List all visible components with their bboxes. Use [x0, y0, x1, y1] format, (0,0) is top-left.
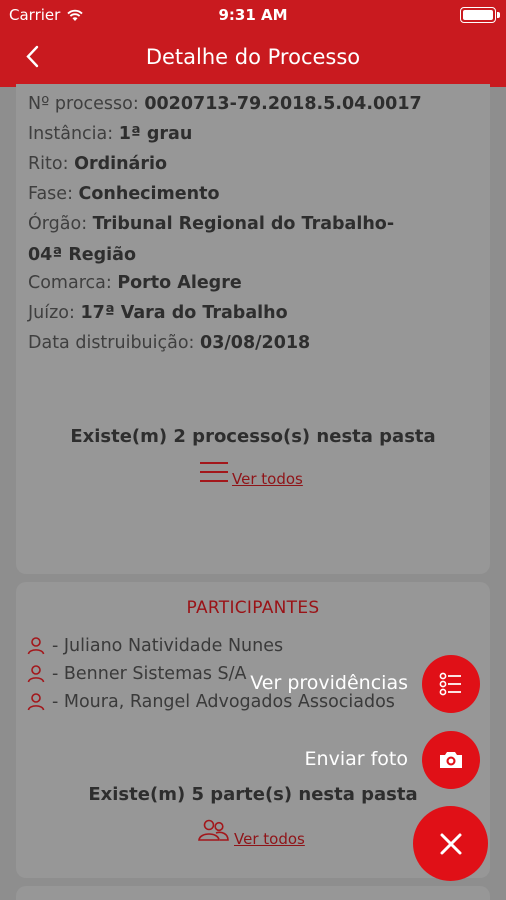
person-icon [27, 637, 45, 655]
participant-name: - Moura, Rangel Advogados Associados [52, 692, 395, 712]
participant-item[interactable]: - Moura, Rangel Advogados Associados [26, 692, 395, 712]
ver-todos-processos-link[interactable]: Ver todos [232, 470, 303, 488]
detail-row-fase: Fase: Conhecimento [28, 184, 220, 204]
participant-name: - Benner Sistemas S/A [52, 664, 247, 684]
next-card [16, 886, 490, 900]
detail-row-rito: Rito: Ordinário [28, 154, 168, 174]
status-bar: Carrier 9:31 AM [0, 0, 506, 30]
close-icon [440, 833, 461, 854]
battery-icon [460, 7, 496, 23]
battery-tip [497, 12, 500, 18]
detail-row-numero: Nº processo: 0020713-79.2018.5.04.0017 [28, 94, 422, 114]
list-icon[interactable] [200, 462, 228, 484]
participant-item[interactable]: - Juliano Natividade Nunes [26, 636, 283, 656]
process-details-card: Nº processo: 0020713-79.2018.5.04.0017 I… [16, 84, 490, 574]
ver-providencias-label[interactable]: Ver providências [250, 672, 408, 694]
detail-row-data: Data distruibuição: 03/08/2018 [28, 333, 311, 353]
camera-icon [440, 752, 462, 768]
ver-todos-participantes-link[interactable]: Ver todos [234, 830, 305, 848]
detail-row-comarca: Comarca: Porto Alegre [28, 273, 242, 293]
group-icon[interactable] [196, 818, 230, 842]
participants-summary: Existe(m) 5 parte(s) nesta pasta [88, 784, 418, 805]
clock: 9:31 AM [218, 6, 288, 24]
ver-providencias-button[interactable] [422, 655, 480, 713]
participant-name: - Juliano Natividade Nunes [52, 636, 284, 656]
processes-summary: Existe(m) 2 processo(s) nesta pasta [70, 426, 436, 447]
detail-row-orgao-cont: 04ª Região [28, 245, 137, 265]
person-icon [27, 665, 45, 683]
close-fab-button[interactable] [413, 806, 488, 881]
detail-row-instancia: Instância: 1ª grau [28, 124, 193, 144]
page-title: Detalhe do Processo [145, 45, 361, 69]
nav-header: Detalhe do Processo [0, 30, 506, 87]
checklist-icon [439, 672, 461, 696]
person-icon [27, 693, 45, 711]
enviar-foto-button[interactable] [422, 731, 480, 789]
detail-row-orgao: Órgão: Tribunal Regional do Trabalho- [28, 214, 395, 234]
enviar-foto-label[interactable]: Enviar foto [305, 748, 408, 770]
participant-item[interactable]: - Benner Sistemas S/A [26, 664, 247, 684]
detail-row-juizo: Juízo: 17ª Vara do Trabalho [28, 303, 288, 323]
participants-title: PARTICIPANTES [186, 598, 320, 618]
